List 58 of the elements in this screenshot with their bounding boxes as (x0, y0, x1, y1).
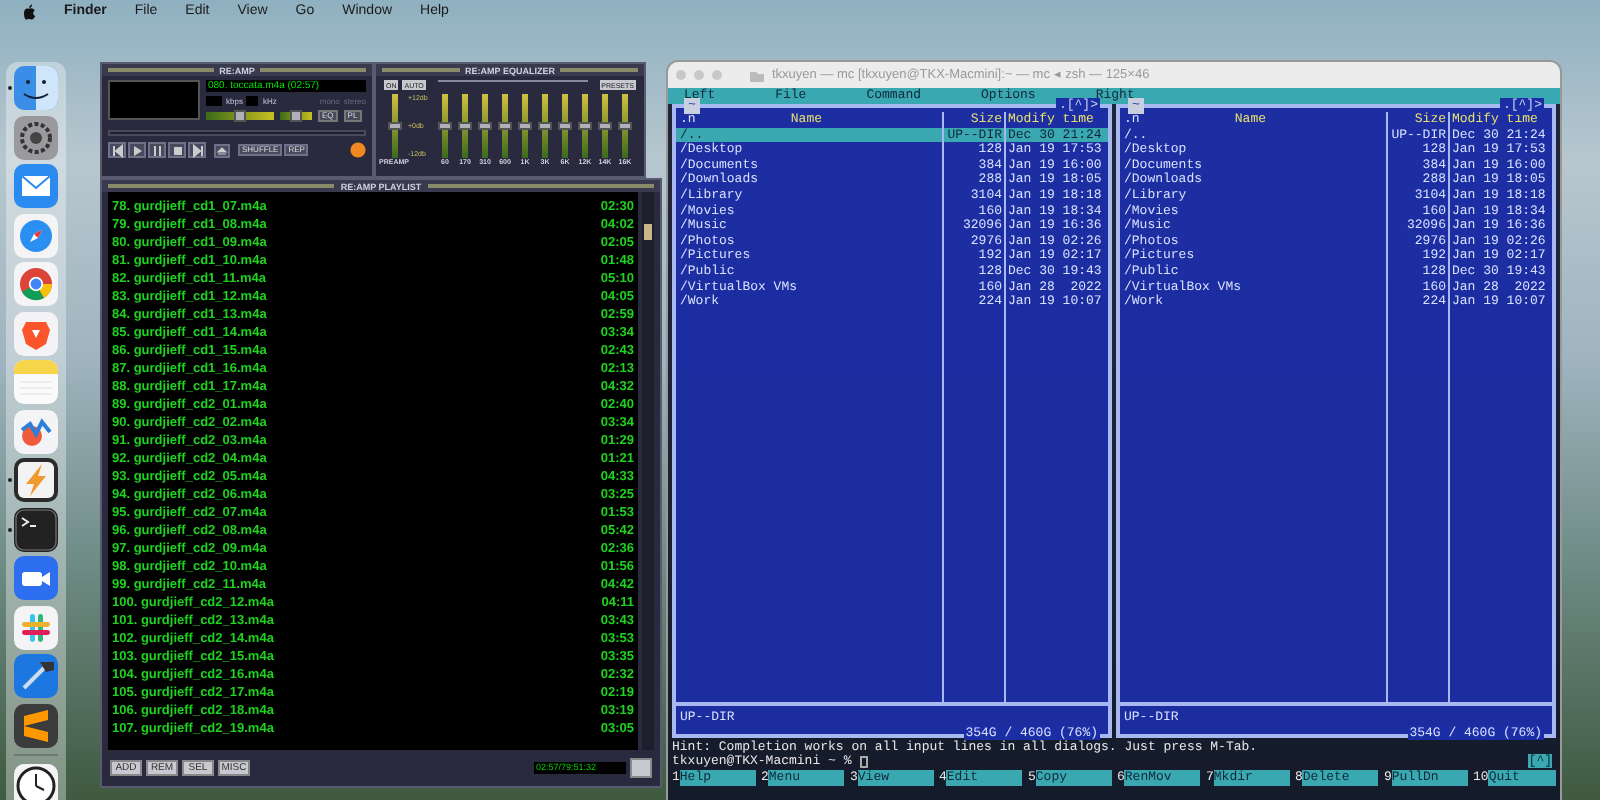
slider-thumb[interactable] (558, 122, 572, 130)
balance-slider[interactable] (280, 112, 312, 120)
eq-slider[interactable] (391, 94, 397, 158)
clock-icon[interactable] (14, 763, 58, 800)
apple-logo-icon[interactable] (22, 4, 36, 20)
eq-slider[interactable] (442, 94, 448, 158)
visualizer-display (108, 80, 200, 120)
slider-thumb[interactable] (478, 122, 492, 130)
ring-icon[interactable] (14, 262, 58, 306)
slider-thumb[interactable] (387, 122, 401, 130)
previous-button[interactable] (108, 142, 126, 158)
pause-icon (149, 143, 165, 157)
eject-icon (216, 145, 228, 155)
compass-icon[interactable] (14, 213, 58, 257)
eq-slider[interactable] (562, 94, 568, 158)
slider-thumb[interactable] (458, 122, 472, 130)
gear-icon[interactable] (14, 115, 58, 159)
slider-thumb[interactable] (618, 122, 632, 130)
slider-thumb[interactable] (578, 122, 592, 130)
next-button[interactable] (188, 142, 206, 158)
slider-thumb[interactable] (598, 122, 612, 130)
eq-slider[interactable] (522, 94, 528, 158)
slider-thumb[interactable] (498, 122, 512, 130)
bitrate-display (206, 96, 222, 106)
eq-slider[interactable] (462, 94, 468, 158)
eq-slider[interactable] (622, 94, 628, 158)
scrollbar-thumb[interactable] (644, 224, 652, 240)
eject-button[interactable] (214, 143, 230, 157)
volume-slider[interactable] (206, 112, 274, 120)
terminal-icon[interactable] (14, 507, 58, 551)
pause-button[interactable] (148, 142, 166, 158)
face-icon[interactable] (14, 66, 58, 110)
hash-icon[interactable] (14, 605, 58, 649)
lightning-bolt-icon[interactable] (14, 458, 58, 502)
wave-icon[interactable] (14, 409, 58, 453)
resize-button[interactable] (630, 758, 652, 778)
play-icon (129, 143, 145, 157)
video-camera-icon[interactable] (14, 556, 58, 600)
stop-button[interactable] (168, 142, 186, 158)
eq-slider[interactable] (482, 94, 488, 158)
eq-slider[interactable] (502, 94, 508, 158)
folder-icon (750, 69, 764, 81)
shield-icon[interactable] (14, 311, 58, 355)
eq-slider[interactable] (542, 94, 548, 158)
stop-icon (169, 143, 185, 157)
previous-icon (109, 143, 125, 157)
slider-thumb[interactable] (438, 122, 452, 130)
slider-thumb[interactable] (234, 110, 246, 122)
eq-slider[interactable] (602, 94, 608, 158)
disc-icon (350, 142, 366, 158)
slider-thumb[interactable] (290, 110, 302, 122)
samplerate-display (246, 96, 259, 106)
text-cursor (859, 755, 868, 767)
next-icon (189, 143, 205, 157)
slider-thumb[interactable] (538, 122, 552, 130)
play-button[interactable] (128, 142, 146, 158)
eq-slider[interactable] (582, 94, 588, 158)
slider-thumb[interactable] (518, 122, 532, 130)
